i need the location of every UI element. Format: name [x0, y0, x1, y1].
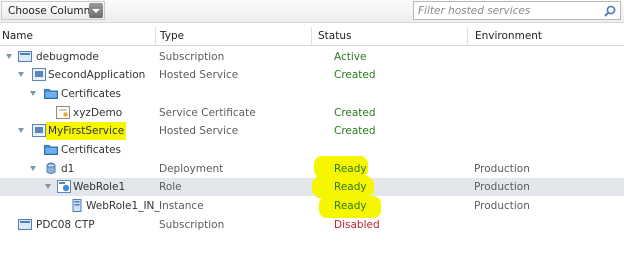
expand-arrow-icon[interactable] [45, 184, 51, 189]
row-type: Hosted Service [159, 69, 239, 81]
toolbar: Choose Columns [0, 0, 624, 23]
row-name: PDC08 CTP [36, 219, 95, 231]
subscription-icon [18, 51, 32, 62]
column-header-row: Name Type Status Environment [0, 27, 624, 46]
status-text: Active [334, 51, 367, 63]
search-box[interactable] [413, 1, 621, 20]
status-text: Disabled [334, 219, 380, 231]
status-text: Created [334, 125, 376, 137]
row-environment: Production [474, 200, 530, 212]
table-row[interactable]: debugmode Subscription Active [0, 48, 624, 66]
chevron-down-icon[interactable] [89, 3, 103, 18]
row-name: Certificates [61, 144, 122, 156]
instance-icon [72, 199, 82, 212]
folder-icon [44, 145, 58, 155]
row-type: Role [159, 181, 182, 193]
expand-arrow-icon[interactable] [18, 72, 24, 77]
column-header-name[interactable]: Name [2, 27, 33, 45]
choose-columns-label: Choose Columns [8, 5, 96, 17]
table-row[interactable]: Certificates [0, 85, 624, 103]
row-type: Hosted Service [159, 125, 239, 137]
row-name: d1 [61, 163, 75, 175]
table-row[interactable]: Certificates [0, 141, 624, 159]
table-row[interactable]: SecondApplication Hosted Service Created [0, 66, 624, 84]
row-name: xyzDemo [73, 107, 123, 119]
table-row[interactable]: MyFirstService Hosted Service Created [0, 122, 624, 140]
row-type: Deployment [159, 163, 224, 175]
row-type: Service Certificate [159, 107, 256, 119]
row-name: WebRole1 [73, 181, 126, 193]
row-name: MyFirstService [46, 122, 127, 140]
column-header-type[interactable]: Type [155, 27, 184, 45]
row-type: Subscription [159, 219, 225, 231]
row-environment: Production [474, 163, 530, 175]
table-row[interactable]: PDC08 CTP Subscription Disabled [0, 216, 624, 234]
status-text-overlay: Ready [334, 181, 367, 193]
expand-arrow-icon[interactable] [6, 54, 12, 59]
status-text: Created [334, 69, 376, 81]
certificate-icon [56, 106, 70, 119]
table-row[interactable]: d1 Deployment Ready Production [0, 160, 624, 178]
row-name: Certificates [61, 88, 122, 100]
folder-icon [44, 89, 58, 99]
table-row[interactable]: xyzDemo Service Certificate Created [0, 104, 624, 122]
table-row[interactable]: WebRole1_IN_ Instance Ready Production [0, 197, 624, 215]
deployment-icon [46, 162, 56, 174]
role-icon [57, 180, 71, 193]
status-text: Created [334, 107, 376, 119]
choose-columns-button[interactable]: Choose Columns [1, 1, 105, 20]
expand-arrow-icon[interactable] [30, 91, 36, 96]
status-text: Ready [334, 200, 367, 212]
hosted-service-icon [32, 68, 46, 81]
row-name: debugmode [36, 51, 99, 63]
search-icon[interactable] [604, 5, 616, 17]
row-type: Subscription [159, 51, 225, 63]
row-name: WebRole1_IN_ [86, 200, 160, 212]
search-input[interactable] [418, 3, 598, 18]
expand-arrow-icon[interactable] [18, 128, 24, 133]
column-header-status[interactable]: Status [311, 27, 351, 45]
column-header-environment[interactable]: Environment [467, 27, 542, 45]
expand-arrow-icon[interactable] [30, 166, 36, 171]
subscription-icon [18, 219, 32, 230]
row-type: Instance [159, 200, 204, 212]
row-name: SecondApplication [48, 69, 146, 81]
status-text: Ready [334, 163, 367, 175]
row-environment: Production [474, 181, 530, 193]
hosted-service-icon [32, 124, 46, 137]
